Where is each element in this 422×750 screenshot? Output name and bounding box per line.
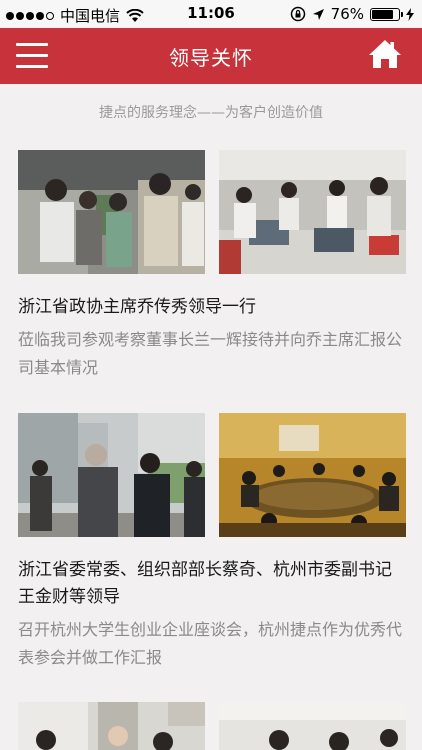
slogan-text: 捷点的服务理念——为客户创造价值 — [99, 105, 323, 121]
status-right: 76% — [290, 5, 414, 23]
battery-icon — [370, 7, 403, 21]
page-title: 领导关怀 — [169, 46, 253, 70]
news-item[interactable] — [18, 702, 406, 750]
news-photo-right — [219, 413, 406, 537]
home-icon — [369, 40, 401, 68]
location-icon — [312, 8, 324, 20]
news-item[interactable]: 浙江省委常委、组织部部长蔡奇、杭州市委副书记王金财等领导 召开杭州大学生创业企业… — [18, 413, 406, 673]
news-photo-left — [18, 702, 205, 750]
battery-percent: 76% — [330, 5, 364, 23]
news-photo-right — [219, 702, 406, 750]
nav-bar: 领导关怀 — [0, 28, 422, 84]
rotation-lock-icon — [290, 6, 305, 22]
news-photo-left — [18, 413, 205, 537]
news-item[interactable]: 浙江省政协主席乔传秀领导一行 莅临我司参观考察董事长兰一辉接待并向乔主席汇报公司… — [18, 150, 406, 380]
news-photo-right — [219, 150, 406, 274]
news-desc: 召开杭州大学生创业企业座谈会，杭州捷点作为优秀代表参会并做工作汇报 — [18, 620, 403, 667]
status-bar: 中国电信 11:06 76% — [0, 0, 422, 28]
news-title: 浙江省委常委、组织部部长蔡奇、杭州市委副书记王金财等领导 — [18, 560, 392, 607]
news-desc: 莅临我司参观考察董事长兰一辉接待并向乔主席汇报公司基本情况 — [18, 330, 403, 377]
charging-icon — [406, 7, 414, 21]
home-button[interactable] — [368, 38, 402, 70]
news-title: 浙江省政协主席乔传秀领导一行 — [18, 297, 256, 317]
news-photo-left — [18, 150, 205, 274]
